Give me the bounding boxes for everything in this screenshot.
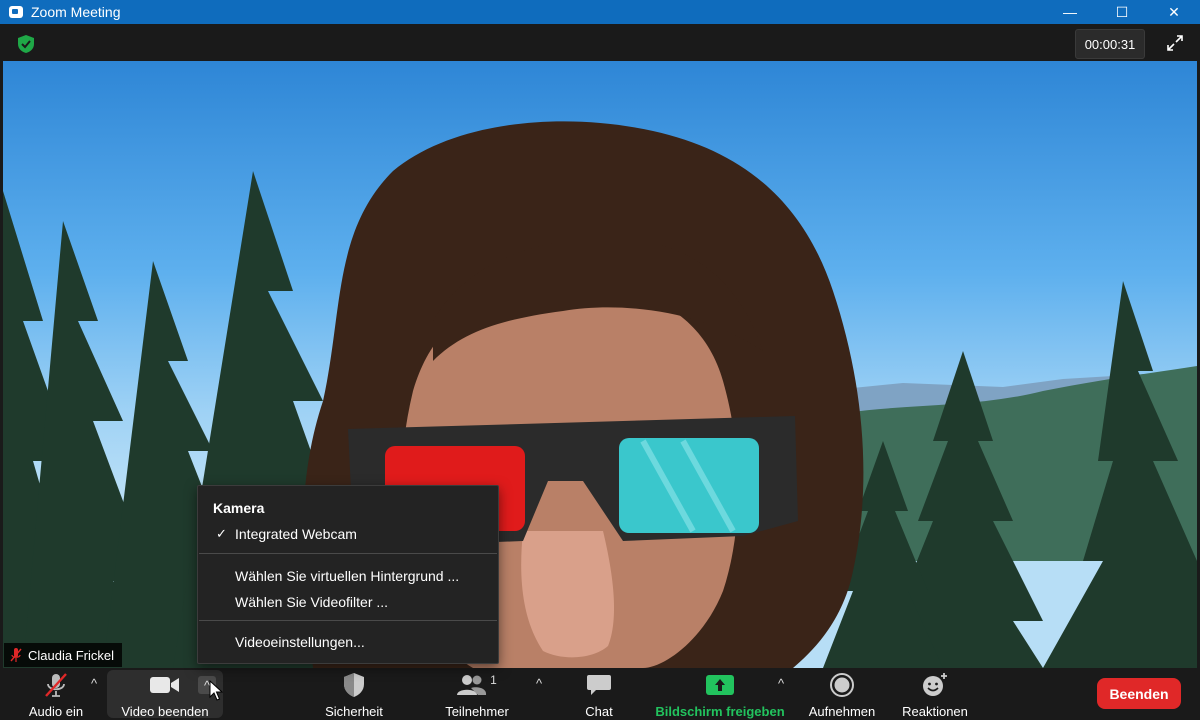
menu-item-virtual-background[interactable]: Wählen Sie virtuellen Hintergrund ...	[235, 568, 459, 584]
meeting-timer: 00:00:31	[1075, 29, 1145, 59]
participants-button[interactable]: 1 Teilnehmer	[437, 668, 517, 720]
video-stage	[3, 61, 1197, 668]
minimize-button[interactable]: —	[1044, 0, 1096, 24]
menu-divider	[199, 620, 497, 621]
window-title: Zoom Meeting	[31, 4, 121, 20]
meeting-top-bar: 00:00:31	[3, 24, 1197, 61]
close-button[interactable]: ✕	[1148, 0, 1200, 24]
menu-item-video-settings[interactable]: Videoeinstellungen...	[235, 634, 365, 650]
participants-count: 1	[490, 673, 497, 687]
record-button-label: Aufnehmen	[808, 704, 876, 719]
video-camera-icon	[150, 677, 179, 693]
audio-options-caret[interactable]: ^	[85, 674, 103, 692]
fullscreen-icon[interactable]	[1165, 33, 1185, 53]
participants-options-caret[interactable]: ^	[530, 674, 548, 692]
checkmark-icon: ✓	[216, 526, 227, 541]
participants-button-label: Teilnehmer	[445, 704, 509, 719]
chat-bubble-icon	[587, 675, 611, 695]
participant-video	[3, 121, 1197, 668]
security-button-label: Sicherheit	[325, 704, 383, 719]
reactions-button-label: Reaktionen	[902, 704, 968, 719]
zoom-app-icon	[9, 6, 23, 18]
end-meeting-button[interactable]: Beenden	[1097, 678, 1181, 709]
record-button[interactable]: Aufnehmen	[802, 668, 882, 720]
encryption-shield-icon[interactable]	[16, 34, 36, 54]
add-reaction-smiley-icon	[923, 673, 947, 696]
muted-mic-icon	[45, 673, 67, 697]
title-bar: Zoom Meeting — ☐ ✕	[0, 0, 1200, 24]
security-button[interactable]: Sicherheit	[318, 668, 390, 720]
muted-mic-icon	[10, 648, 22, 662]
audio-button[interactable]: Audio ein	[18, 668, 94, 720]
menu-divider	[199, 553, 497, 554]
audio-button-label: Audio ein	[28, 704, 84, 719]
camera-section-header: Kamera	[213, 500, 265, 516]
record-icon	[830, 673, 854, 697]
video-button-label: Video beenden	[121, 704, 209, 719]
participant-name: Claudia Frickel	[28, 647, 114, 663]
menu-item-video-filter[interactable]: Wählen Sie Videofilter ...	[235, 594, 388, 610]
video-options-menu: Kamera ✓ Integrated Webcam Wählen Sie vi…	[197, 485, 499, 664]
share-options-caret[interactable]: ^	[772, 674, 790, 692]
maximize-button[interactable]: ☐	[1096, 0, 1148, 24]
share-screen-button[interactable]: Bildschirm freigeben	[652, 668, 788, 720]
share-screen-button-label: Bildschirm freigeben	[655, 704, 785, 719]
meeting-toolbar: Audio ein ^ Video beenden ^ Sicherheit 1…	[0, 668, 1200, 720]
security-shield-icon	[344, 673, 364, 697]
participants-icon	[457, 675, 487, 695]
share-screen-arrow-icon	[706, 675, 734, 695]
participant-name-tag: Claudia Frickel	[4, 643, 122, 667]
chat-button[interactable]: Chat	[574, 668, 624, 720]
mouse-cursor-icon	[209, 680, 223, 701]
menu-item-integrated-webcam[interactable]: Integrated Webcam	[235, 526, 357, 542]
chat-button-label: Chat	[585, 704, 613, 719]
reactions-button[interactable]: Reaktionen	[895, 668, 975, 720]
